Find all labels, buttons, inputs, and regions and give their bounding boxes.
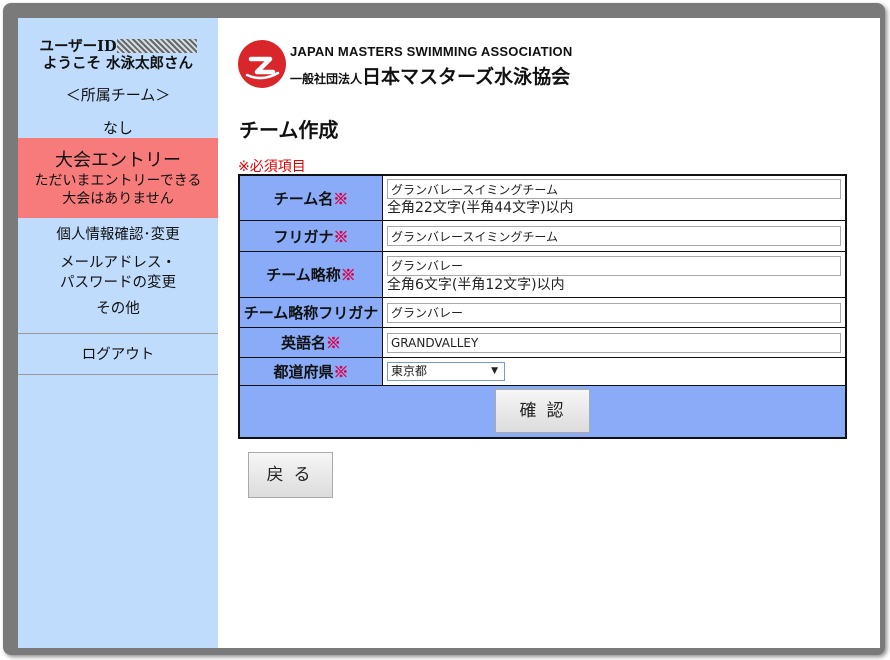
logout-link[interactable]: ログアウト [18,343,218,364]
required-mark: ※ [340,266,356,284]
furigana-input[interactable] [387,226,841,246]
form-row-furigana: フリガナ※ [238,220,847,252]
required-mark: ※ [333,227,349,246]
org-name-jp: 一般社団法人日本マスターズ水泳協会 [290,62,570,89]
short-furigana-input[interactable] [387,302,841,323]
field-label: チーム名※ [238,174,383,221]
sidebar: ユーザーID ようこそ 水泳太郎さん ＜所属チーム＞ なし 大会エントリー ただ… [18,18,218,648]
entry-title[interactable]: 大会エントリー [18,146,218,172]
action-cell: 確認 [238,385,847,438]
user-id-label: ユーザーID [39,38,117,55]
entry-status-line2: 大会はありません [62,191,174,207]
team-heading: ＜所属チーム＞ [65,86,171,104]
required-mark: ※ [333,363,349,381]
back-button[interactable]: 戻る [248,452,333,498]
required-mark: ※ [333,189,349,208]
confirm-button[interactable]: 確認 [495,389,590,434]
sidebar-item-other[interactable]: その他 [18,299,218,319]
form-row-actions: 確認 [238,385,847,438]
form-row-prefecture: 都道府県※ 東京都 ▼ [238,357,847,386]
field-cell [382,327,847,358]
field-label: チーム略称フリガナ [238,297,383,328]
required-note: ※必須項目 [238,159,306,175]
form-row-short-furigana: チーム略称フリガナ [238,297,847,328]
field-label: 英語名※ [238,327,383,358]
form-row-team-name: チーム名※ 全角22文字(半角44文字)以内 [238,174,847,221]
team-name-hint: 全角22文字(半角44文字)以内 [387,200,574,216]
org-prefix: 一般社団法人 [290,72,363,86]
form-row-short-name: チーム略称※ 全角6文字(半角12文字)以内 [238,251,847,298]
user-info: ユーザーID ようこそ 水泳太郎さん [18,18,218,72]
field-label: 都道府県※ [238,357,383,386]
field-cell: 全角6文字(半角12文字)以内 [382,251,847,298]
main-content: JAPAN MASTERS SWIMMING ASSOCIATION 一般社団法… [218,18,880,648]
org-name-en: JAPAN MASTERS SWIMMING ASSOCIATION [290,44,573,59]
prefecture-select[interactable]: 東京都 ▼ [387,362,505,381]
window-frame: ユーザーID ようこそ 水泳太郎さん ＜所属チーム＞ なし 大会エントリー ただ… [3,3,885,655]
sidebar-links: 個人情報確認･変更 メールアドレス・ パスワードの変更 その他 [18,225,218,319]
org-name-jp-main: 日本マスターズ水泳協会 [362,66,571,88]
sidebar-item-profile[interactable]: 個人情報確認･変更 [18,225,218,245]
sidebar-item-email-password-1[interactable]: メールアドレス・ [18,253,218,273]
sidebar-divider [18,374,218,375]
short-name-input[interactable] [387,255,841,276]
form-row-english-name: 英語名※ [238,327,847,358]
user-id-masked [116,39,197,53]
field-label: フリガナ※ [238,220,383,252]
sidebar-item-email-password-2[interactable]: パスワードの変更 [18,273,218,293]
field-cell: 東京都 ▼ [382,357,847,386]
dropdown-arrow-icon: ▼ [491,366,498,376]
field-cell [382,220,847,252]
association-logo-icon [238,40,286,88]
field-label: チーム略称※ [238,251,383,298]
prefecture-selected: 東京都 [391,364,428,378]
required-mark: ※ [326,334,342,352]
entry-status-line1: ただいまエントリーできる [34,173,202,189]
english-name-input[interactable] [387,332,841,353]
field-cell: 全角22文字(半角44文字)以内 [382,174,847,221]
field-cell [382,297,847,328]
team-value: なし [102,119,133,137]
sidebar-divider [18,333,218,334]
page-title: チーム作成 [239,118,339,142]
page-container: ユーザーID ようこそ 水泳太郎さん ＜所属チーム＞ なし 大会エントリー ただ… [18,18,880,648]
short-name-hint: 全角6文字(半角12文字)以内 [387,276,565,293]
team-form: チーム名※ 全角22文字(半角44文字)以内 フリガナ※ チーム略称※ [238,174,847,439]
entry-panel[interactable]: 大会エントリー ただいまエントリーできる 大会はありません [18,138,218,218]
team-name-input[interactable] [387,179,841,199]
welcome-text: ようこそ 水泳太郎さん [42,55,194,72]
